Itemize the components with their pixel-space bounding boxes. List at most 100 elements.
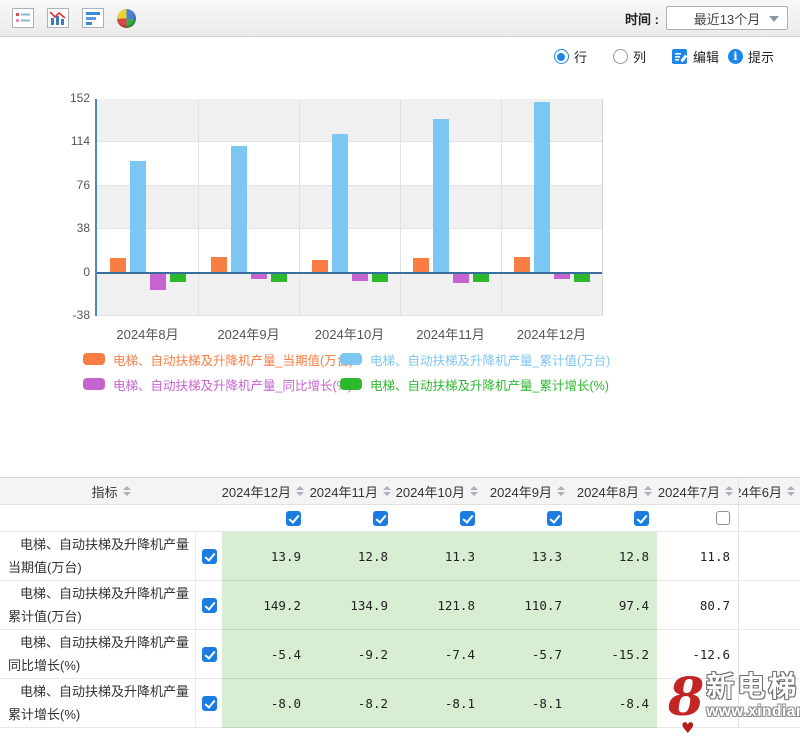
plot-band bbox=[97, 99, 602, 142]
legend-swatch-icon bbox=[340, 378, 362, 390]
bar[interactable] bbox=[150, 273, 166, 290]
column-checkbox-checked[interactable] bbox=[547, 511, 562, 526]
column-checkbox-cell bbox=[396, 505, 483, 531]
row-checkbox[interactable] bbox=[202, 598, 217, 613]
row-label: 电梯、自动扶梯及升降机产量累计增长(%) bbox=[0, 679, 196, 728]
bar[interactable] bbox=[433, 119, 449, 273]
row-checkbox-cell bbox=[196, 532, 222, 581]
row-checkbox[interactable] bbox=[202, 647, 217, 662]
bar[interactable] bbox=[332, 134, 348, 273]
value-cell: 12.8 bbox=[570, 532, 657, 581]
column-checkbox-checked[interactable] bbox=[373, 511, 388, 526]
bar-chart: 15211476380-382024年8月2024年9月2024年10月2024… bbox=[0, 0, 800, 470]
legend-swatch-icon bbox=[83, 378, 105, 390]
plot-band bbox=[97, 142, 602, 185]
bar[interactable] bbox=[211, 257, 227, 272]
column-header-indicator[interactable]: 指标 bbox=[0, 478, 222, 504]
bar[interactable] bbox=[473, 273, 489, 282]
x-tick-label: 2024年11月 bbox=[400, 324, 501, 343]
row-label-line2: 累计值(万台) bbox=[8, 605, 82, 628]
column-checkbox-checked[interactable] bbox=[634, 511, 649, 526]
bar[interactable] bbox=[231, 146, 247, 272]
column-header-label: 2024年10月 bbox=[396, 482, 465, 501]
bar[interactable] bbox=[372, 273, 388, 282]
bar[interactable] bbox=[534, 102, 550, 272]
x-tick-label: 2024年8月 bbox=[97, 324, 198, 343]
bar[interactable] bbox=[352, 273, 368, 282]
vertical-gridline bbox=[501, 99, 502, 316]
column-header[interactable]: 2024年7月 bbox=[657, 478, 739, 504]
bar[interactable] bbox=[130, 161, 146, 272]
row-checkbox-cell bbox=[196, 679, 222, 728]
sort-icon bbox=[296, 486, 304, 496]
value-cell bbox=[739, 630, 800, 679]
row-label-line2: 累计增长(%) bbox=[8, 703, 80, 726]
row-label-line1: 电梯、自动扶梯及升降机产量 bbox=[20, 582, 189, 605]
legend-item[interactable]: 电梯、自动扶梯及升降机产量_同比增长(%) bbox=[83, 375, 340, 393]
bar[interactable] bbox=[170, 273, 186, 283]
vertical-gridline bbox=[400, 99, 401, 316]
table-bottom-strip bbox=[0, 728, 800, 751]
column-checkbox-cell bbox=[309, 505, 396, 531]
column-header-label: 2024年7月 bbox=[658, 482, 720, 501]
column-header[interactable]: 2024年11月 bbox=[309, 478, 396, 504]
row-checkbox-cell bbox=[196, 630, 222, 679]
value-cell: -8.4 bbox=[570, 679, 657, 728]
value-cell: -8.2 bbox=[309, 679, 396, 728]
legend-swatch-icon bbox=[340, 353, 362, 365]
value-cell: 11.8 bbox=[657, 532, 739, 581]
y-tick-label: 152 bbox=[12, 91, 90, 105]
value-cell: -8.0 bbox=[222, 679, 309, 728]
sort-icon bbox=[557, 486, 565, 496]
bar[interactable] bbox=[271, 273, 287, 282]
bar[interactable] bbox=[574, 273, 590, 282]
sort-icon bbox=[470, 486, 478, 496]
column-header[interactable]: 2024年8月 bbox=[570, 478, 657, 504]
bar[interactable] bbox=[514, 257, 530, 273]
row-label-line1: 电梯、自动扶梯及升降机产量 bbox=[20, 533, 189, 556]
value-cell: -9.2 bbox=[309, 630, 396, 679]
value-cell: 13.3 bbox=[483, 532, 570, 581]
column-header-label: 2024年6月 bbox=[739, 482, 782, 501]
column-checkbox-checked[interactable] bbox=[286, 511, 301, 526]
zero-axis-line bbox=[97, 272, 602, 274]
column-checkbox-cell bbox=[739, 505, 800, 531]
column-header[interactable]: 2024年10月 bbox=[396, 478, 483, 504]
value-cell: -8.1 bbox=[483, 679, 570, 728]
table-row: 电梯、自动扶梯及升降机产量同比增长(%)-5.4-9.2-7.4-5.7-15.… bbox=[0, 630, 800, 679]
column-checkbox-cell bbox=[570, 505, 657, 531]
y-tick-label: 0 bbox=[12, 265, 90, 279]
value-cell: 134.9 bbox=[309, 581, 396, 630]
column-checkbox-cell bbox=[222, 505, 309, 531]
column-header[interactable]: 2024年12月 bbox=[222, 478, 309, 504]
y-tick-label: 38 bbox=[12, 221, 90, 235]
column-checkbox-checked[interactable] bbox=[460, 511, 475, 526]
column-checkbox-cell bbox=[657, 505, 739, 531]
data-table: 指标2024年12月2024年11月2024年10月 2024年9月2024年8月… bbox=[0, 477, 800, 751]
row-checkbox-cell bbox=[196, 581, 222, 630]
bar[interactable] bbox=[453, 273, 469, 284]
sort-icon bbox=[123, 486, 131, 496]
row-label: 电梯、自动扶梯及升降机产量当期值(万台) bbox=[0, 532, 196, 581]
legend-item[interactable]: 电梯、自动扶梯及升降机产量_累计值(万台) bbox=[340, 350, 610, 368]
column-header[interactable]: 2024年9月 bbox=[483, 478, 570, 504]
row-label-line1: 电梯、自动扶梯及升降机产量 bbox=[20, 631, 189, 654]
value-cell: 80.7 bbox=[657, 581, 739, 630]
checkbox-row-spacer bbox=[0, 505, 222, 531]
vertical-gridline bbox=[198, 99, 199, 316]
legend-label: 电梯、自动扶梯及升降机产量_同比增长(%) bbox=[113, 375, 352, 394]
y-tick-label: 76 bbox=[12, 178, 90, 192]
row-checkbox[interactable] bbox=[202, 696, 217, 711]
sort-icon bbox=[644, 486, 652, 496]
legend-item[interactable]: 电梯、自动扶梯及升降机产量_当期值(万台) bbox=[83, 350, 340, 368]
legend-item[interactable]: 电梯、自动扶梯及升降机产量_累计增长(%) bbox=[340, 375, 610, 393]
value-cell: 121.8 bbox=[396, 581, 483, 630]
column-checkbox-row bbox=[0, 505, 800, 532]
bar[interactable] bbox=[413, 258, 429, 273]
row-checkbox[interactable] bbox=[202, 549, 217, 564]
column-checkbox-unchecked[interactable] bbox=[716, 511, 730, 525]
sort-icon bbox=[787, 486, 795, 496]
bar[interactable] bbox=[110, 258, 126, 273]
value-cell bbox=[739, 532, 800, 581]
column-header[interactable]: 2024年6月 bbox=[739, 478, 800, 504]
